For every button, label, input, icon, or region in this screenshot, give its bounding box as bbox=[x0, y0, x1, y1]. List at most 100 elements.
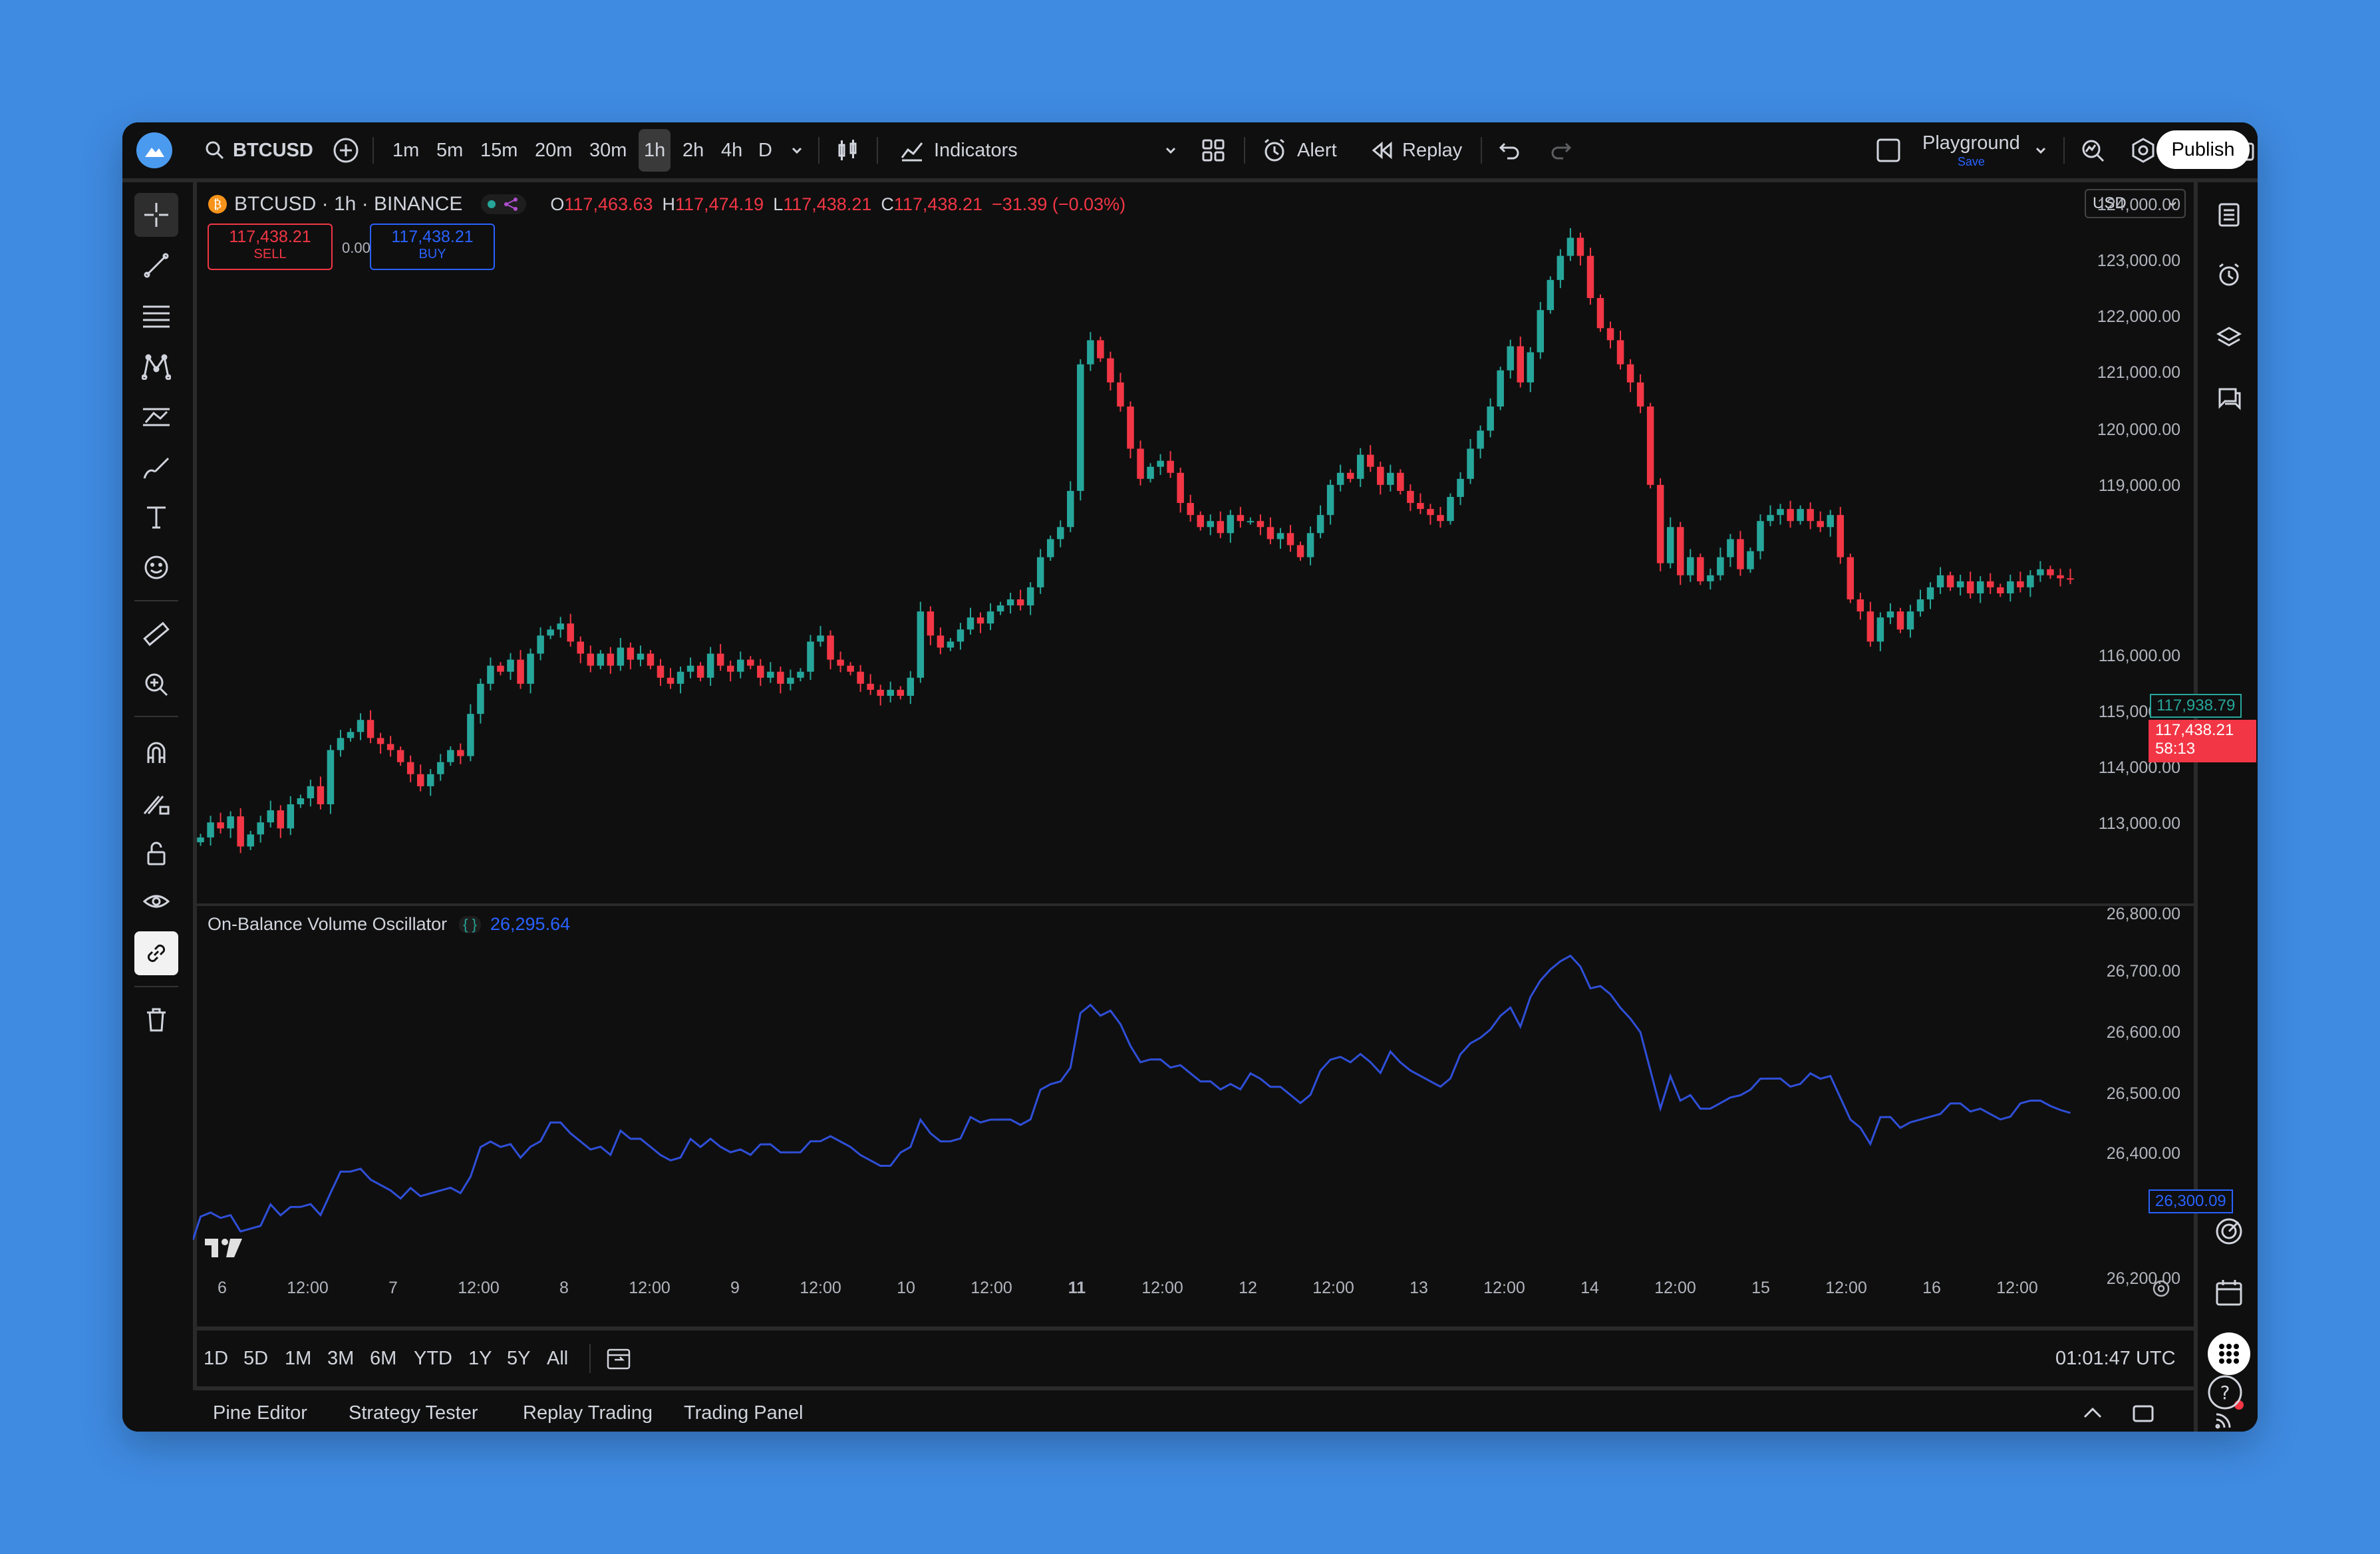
chart-canvas[interactable] bbox=[193, 182, 2194, 1313]
lock-drawing-tool[interactable] bbox=[134, 781, 178, 825]
fib-tool[interactable] bbox=[134, 294, 178, 338]
timeframe-2h[interactable]: 2h bbox=[682, 122, 704, 178]
layout-dropdown[interactable] bbox=[2034, 122, 2047, 178]
trendline-tool[interactable] bbox=[134, 243, 178, 287]
timeframe-dropdown[interactable] bbox=[790, 122, 804, 178]
alert-button[interactable]: Alert bbox=[1261, 122, 1337, 178]
tab-strategy-tester[interactable]: Strategy Tester bbox=[349, 1390, 478, 1432]
candle-body bbox=[1207, 521, 1215, 528]
collapse-panel-button[interactable] bbox=[2081, 1390, 2105, 1432]
timeframe-d[interactable]: D bbox=[758, 122, 772, 178]
maximize-panel-button[interactable] bbox=[2131, 1390, 2155, 1432]
symbol-legend[interactable]: ₿ BTCUSD · 1h · BINANCE O117,463.63 H117… bbox=[208, 193, 1125, 216]
trading-panel-button[interactable] bbox=[2207, 1209, 2251, 1253]
utc-clock[interactable]: 01:01:47 UTC bbox=[2055, 1330, 2176, 1386]
undo-button[interactable] bbox=[1498, 122, 1522, 178]
buy-button[interactable]: 117,438.21 BUY bbox=[370, 224, 495, 270]
buy-label: BUY bbox=[418, 247, 446, 261]
timeframe-4h[interactable]: 4h bbox=[721, 122, 742, 178]
range-1m[interactable]: 1M bbox=[285, 1330, 311, 1386]
axis-settings-button[interactable] bbox=[2151, 1279, 2171, 1302]
legend-title: BTCUSD · 1h · BINANCE bbox=[234, 193, 463, 215]
measure-tool[interactable] bbox=[134, 612, 178, 656]
emoji-tool[interactable] bbox=[134, 545, 178, 589]
help-icon-wrap[interactable]: ? bbox=[2203, 1370, 2247, 1418]
settings-button[interactable] bbox=[2130, 122, 2157, 178]
candle-body bbox=[406, 762, 414, 774]
lock-all-tool[interactable] bbox=[134, 832, 178, 875]
remove-drawings-tool[interactable] bbox=[134, 998, 178, 1042]
app-logo[interactable] bbox=[136, 122, 173, 178]
magnet-tool[interactable] bbox=[134, 730, 178, 774]
timeframe-30m[interactable]: 30m bbox=[589, 122, 627, 178]
brush-tool[interactable] bbox=[134, 446, 178, 490]
crosshair-tool[interactable] bbox=[134, 193, 178, 237]
candle-body bbox=[447, 750, 454, 762]
symbol-search[interactable]: BTCUSD bbox=[205, 122, 313, 178]
chart-type-button[interactable] bbox=[834, 122, 861, 178]
hide-drawings-tool[interactable] bbox=[134, 881, 178, 925]
text-tool[interactable] bbox=[134, 495, 178, 539]
apps-button[interactable] bbox=[2207, 1332, 2251, 1376]
candle-body bbox=[1896, 611, 1904, 630]
watchlist-button[interactable] bbox=[2207, 193, 2251, 237]
forecast-tool[interactable] bbox=[134, 395, 178, 439]
layout-checkbox[interactable] bbox=[1876, 122, 1901, 178]
zoom-tool[interactable] bbox=[134, 663, 178, 706]
indicators-dropdown[interactable] bbox=[1164, 122, 1177, 178]
candle-body bbox=[1217, 521, 1225, 534]
goto-date-button[interactable] bbox=[605, 1330, 632, 1386]
oscillator-tag: 26,300.09 bbox=[2149, 1189, 2233, 1213]
candle-body bbox=[426, 774, 434, 786]
timeframe-15m[interactable]: 15m bbox=[480, 122, 518, 178]
candle-body bbox=[1077, 364, 1084, 491]
source-code-icon[interactable]: { } bbox=[459, 915, 481, 933]
timeframe-5m[interactable]: 5m bbox=[436, 122, 463, 178]
range-5d[interactable]: 5D bbox=[243, 1330, 268, 1386]
indicators-button[interactable]: Indicators bbox=[899, 122, 1018, 178]
tab-pine-editor[interactable]: Pine Editor bbox=[213, 1390, 307, 1432]
range-1d[interactable]: 1D bbox=[204, 1330, 228, 1386]
replay-button[interactable]: Replay bbox=[1370, 122, 1462, 178]
sync-drawings-tool[interactable] bbox=[134, 931, 178, 975]
layouts-button[interactable] bbox=[1201, 122, 1225, 178]
range-3m[interactable]: 3M bbox=[327, 1330, 354, 1386]
candle-body bbox=[1006, 599, 1014, 606]
timeframe-20m[interactable]: 20m bbox=[535, 122, 572, 178]
object-tree-button[interactable] bbox=[2207, 315, 2251, 359]
pattern-tool[interactable] bbox=[134, 345, 178, 388]
publish-button[interactable]: Publish bbox=[2157, 130, 2250, 169]
chart-area[interactable]: ₿ BTCUSD · 1h · BINANCE O117,463.63 H117… bbox=[193, 182, 2256, 1313]
candle-body bbox=[1586, 255, 1594, 299]
compare-button[interactable] bbox=[333, 122, 359, 178]
candle-body bbox=[1306, 533, 1314, 557]
candle-body bbox=[1197, 515, 1204, 528]
candle-body bbox=[1737, 539, 1744, 569]
sell-button[interactable]: 117,438.21 SELL bbox=[208, 224, 333, 270]
range-5y[interactable]: 5Y bbox=[507, 1330, 530, 1386]
oscillator-legend[interactable]: On-Balance Volume Oscillator { } 26,295.… bbox=[208, 914, 570, 935]
range-all[interactable]: All bbox=[547, 1330, 568, 1386]
tab-trading-panel[interactable]: Trading Panel bbox=[684, 1390, 803, 1432]
candle-body bbox=[247, 834, 254, 847]
candle-body bbox=[1507, 346, 1514, 371]
timeframe-1m[interactable]: 1m bbox=[392, 122, 419, 178]
range-6m[interactable]: 6M bbox=[370, 1330, 396, 1386]
alerts-button[interactable] bbox=[2207, 253, 2251, 297]
candle-body bbox=[207, 822, 214, 838]
timeframe-1h[interactable]: 1h bbox=[639, 129, 671, 172]
candle-body bbox=[2037, 569, 2044, 575]
candle-body bbox=[2057, 575, 2064, 579]
layout-name[interactable]: Playground Save bbox=[1922, 122, 2020, 178]
redo-button[interactable] bbox=[1549, 122, 1572, 178]
quick-search-button[interactable] bbox=[2079, 122, 2106, 178]
tradingview-logo bbox=[204, 1235, 246, 1268]
chat-button[interactable] bbox=[2207, 377, 2251, 420]
tab-replay-trading[interactable]: Replay Trading bbox=[523, 1390, 653, 1432]
range-1y[interactable]: 1Y bbox=[468, 1330, 492, 1386]
horizontal-lines-icon bbox=[143, 305, 170, 328]
candle-body bbox=[1286, 533, 1294, 545]
legend-status[interactable] bbox=[481, 194, 527, 214]
calendar-button[interactable] bbox=[2207, 1271, 2251, 1315]
range-ytd[interactable]: YTD bbox=[414, 1330, 452, 1386]
